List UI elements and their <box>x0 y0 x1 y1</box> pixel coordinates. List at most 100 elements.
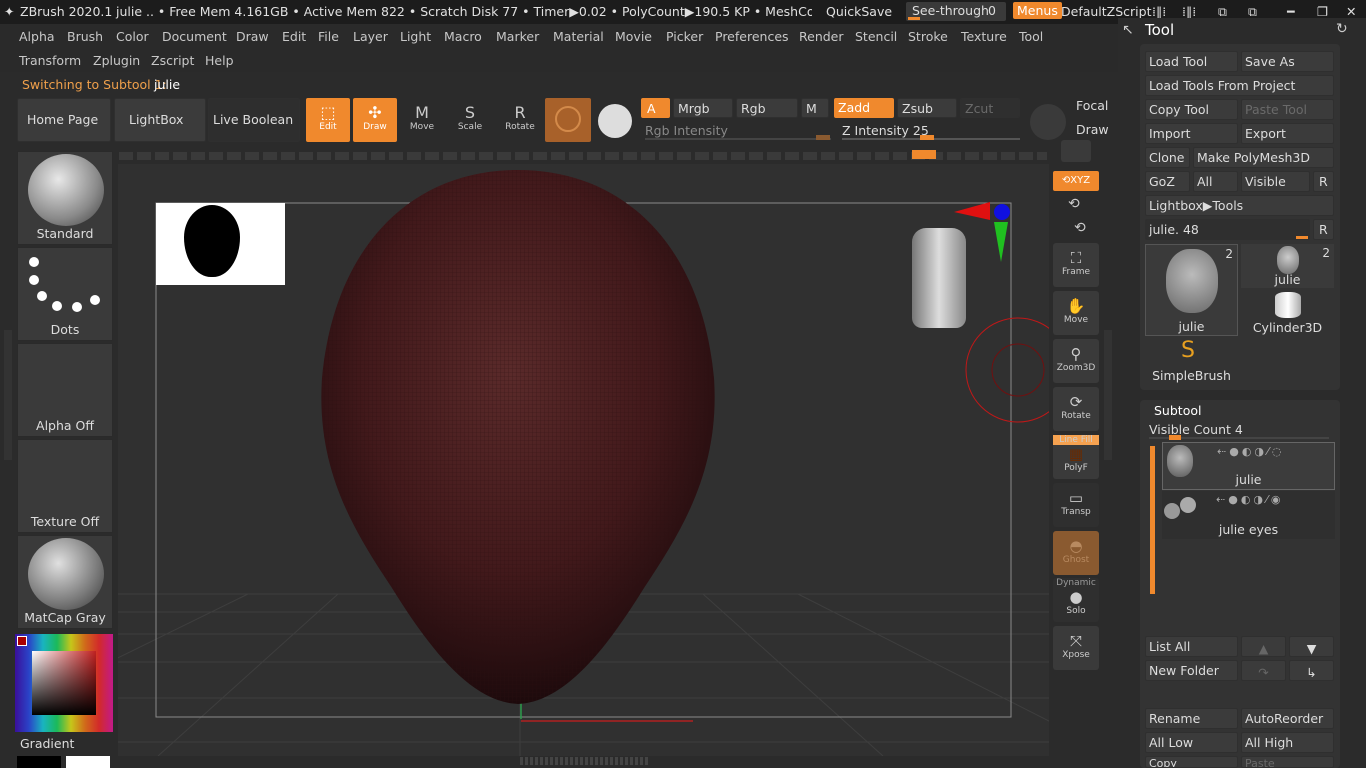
menu-zplugin[interactable]: Zplugin <box>93 53 140 68</box>
menu-document[interactable]: Document <box>162 29 227 44</box>
make-polymesh-button[interactable]: Make PolyMesh3D <box>1193 147 1334 168</box>
quicksave-button[interactable]: QuickSave <box>826 4 892 19</box>
color-picker[interactable] <box>15 634 113 732</box>
xyz-button[interactable]: ⟲XYZ <box>1053 171 1099 191</box>
viewport-canvas[interactable] <box>118 164 1049 756</box>
tool-title[interactable]: Tool <box>1145 21 1174 39</box>
rename-button[interactable]: Rename <box>1145 708 1238 729</box>
left-tray-handle[interactable] <box>4 330 12 460</box>
ghost-button[interactable]: ◓ Ghost <box>1053 531 1099 575</box>
new-folder-button[interactable]: New Folder <box>1145 660 1238 681</box>
menu-zscript[interactable]: Zscript <box>151 53 194 68</box>
draw-size-label[interactable]: Draw <box>1076 122 1109 137</box>
lightbox-button[interactable]: LightBox <box>114 98 206 142</box>
zscript-name[interactable]: DefaultZScript <box>1061 4 1152 19</box>
polyf-button[interactable]: Line Fill ▦ PolyF <box>1053 435 1099 479</box>
rotate-mode-button[interactable]: R Rotate <box>500 104 540 133</box>
clone-button[interactable]: Clone <box>1145 147 1190 168</box>
edit-mode-button[interactable]: ⬚ Edit <box>306 98 350 142</box>
texture-slot[interactable]: Texture Off <box>17 439 113 533</box>
rotate-z-icon[interactable]: ⟲ <box>1074 220 1086 236</box>
menus-toggle[interactable]: Menus <box>1013 2 1062 19</box>
copy-button[interactable]: Copy <box>1145 756 1238 768</box>
home-page-button[interactable]: Home Page <box>17 98 111 142</box>
goz-all-button[interactable]: All <box>1193 171 1238 192</box>
a-toggle[interactable]: A <box>641 98 670 118</box>
goz-button[interactable]: GoZ <box>1145 171 1190 192</box>
focal-label[interactable]: Focal <box>1076 98 1108 113</box>
minimize-icon[interactable]: ━ <box>1287 4 1295 19</box>
menu-brush[interactable]: Brush <box>67 29 103 44</box>
alpha-slot[interactable]: Alpha Off <box>17 343 113 437</box>
menu-file[interactable]: File <box>318 29 339 44</box>
palette-collapse-icon[interactable]: ↖ <box>1122 22 1134 38</box>
goz-visible-button[interactable]: Visible <box>1241 171 1310 192</box>
export-button[interactable]: Export <box>1241 123 1334 144</box>
menu-color[interactable]: Color <box>116 29 149 44</box>
focal-shift-icon[interactable] <box>1030 104 1066 140</box>
maximize-icon[interactable]: ❐ <box>1317 4 1328 19</box>
paste-tool-button[interactable]: Paste Tool <box>1241 99 1334 120</box>
secondary-color-swatch[interactable] <box>17 756 61 768</box>
right-tray-handle[interactable] <box>1104 330 1112 460</box>
transp-button[interactable]: ▭ Transp <box>1053 483 1099 527</box>
menu-texture[interactable]: Texture <box>961 29 1007 44</box>
all-high-button[interactable]: All High <box>1241 732 1334 753</box>
move-view-button[interactable]: ✋ Move <box>1053 291 1099 335</box>
tool-slider[interactable]: julie. 48 <box>1145 219 1310 240</box>
m-toggle[interactable]: M <box>801 98 829 118</box>
rotate-view-button[interactable]: ⟳ Rotate <box>1053 387 1099 431</box>
axis-gizmo-icon[interactable] <box>954 200 1014 264</box>
menu-help[interactable]: Help <box>205 53 234 68</box>
see-through-slider[interactable]: See-through 0 <box>906 2 1006 21</box>
save-as-button[interactable]: Save As <box>1241 51 1334 72</box>
menu-material[interactable]: Material <box>553 29 604 44</box>
close-icon[interactable]: ✕ <box>1346 4 1356 19</box>
bottom-tray-handle[interactable] <box>520 757 648 765</box>
subtool-scrollbar[interactable] <box>1150 446 1155 594</box>
return-arrow-icon[interactable]: ↳ <box>1289 660 1334 681</box>
zoom3d-button[interactable]: ⚲ Zoom3D <box>1053 339 1099 383</box>
menu-preferences[interactable]: Preferences <box>715 29 789 44</box>
list-all-button[interactable]: List All <box>1145 636 1238 657</box>
timeline-marker[interactable] <box>912 150 936 159</box>
menu-light[interactable]: Light <box>400 29 431 44</box>
menu-layer[interactable]: Layer <box>353 29 388 44</box>
subtool-title[interactable]: Subtool <box>1154 403 1201 418</box>
goz-r-button[interactable]: R <box>1313 171 1334 192</box>
subtool-controls-icon[interactable]: ⇠●◐◑⁄◉ <box>1216 493 1283 506</box>
xpose-button[interactable]: ⤧ Xpose <box>1053 626 1099 670</box>
all-low-button[interactable]: All Low <box>1145 732 1238 753</box>
menu-stroke[interactable]: Stroke <box>908 29 948 44</box>
menu-alpha[interactable]: Alpha <box>19 29 55 44</box>
rgb-toggle[interactable]: Rgb <box>736 98 798 118</box>
tool-thumb-julie[interactable]: 2 julie <box>1145 244 1238 336</box>
mrgb-toggle[interactable]: Mrgb <box>673 98 733 118</box>
rotate-y-icon[interactable]: ⟲ <box>1068 196 1080 212</box>
frame-button[interactable]: ⛶ Frame <box>1053 243 1099 287</box>
zsub-toggle[interactable]: Zsub <box>897 98 957 118</box>
menu-stencil[interactable]: Stencil <box>855 29 897 44</box>
load-tool-button[interactable]: Load Tool <box>1145 51 1238 72</box>
import-button[interactable]: Import <box>1145 123 1238 144</box>
live-boolean-button[interactable]: Live Boolean <box>208 98 300 142</box>
material-slot[interactable]: MatCap Gray <box>17 535 113 629</box>
paste-button[interactable]: Paste <box>1241 756 1334 768</box>
stroke-slot[interactable]: Dots <box>17 247 113 341</box>
color-picker-square[interactable] <box>32 651 96 715</box>
navigator-thumbnail[interactable] <box>156 203 285 285</box>
layout-icon[interactable]: ⁞‖⁞ <box>1152 4 1166 19</box>
menu-picker[interactable]: Picker <box>666 29 703 44</box>
color-sphere-icon[interactable] <box>598 104 632 138</box>
zcut-toggle[interactable]: Zcut <box>960 98 1020 118</box>
menu-macro[interactable]: Macro <box>444 29 482 44</box>
move-up-icon[interactable]: ▲ <box>1241 636 1286 657</box>
rgb-intensity-slider[interactable]: Rgb Intensity <box>641 122 831 142</box>
move-mode-button[interactable]: M Move <box>402 104 442 133</box>
tool-thumb-julie-small[interactable]: 2 julie <box>1241 244 1334 288</box>
layout2-icon[interactable]: ⁞‖⁞ <box>1182 4 1196 19</box>
tool-slider-r-button[interactable]: R <box>1313 219 1334 240</box>
menu-render[interactable]: Render <box>799 29 844 44</box>
head-mesh[interactable] <box>316 168 720 706</box>
gradient-label[interactable]: Gradient <box>20 736 74 751</box>
